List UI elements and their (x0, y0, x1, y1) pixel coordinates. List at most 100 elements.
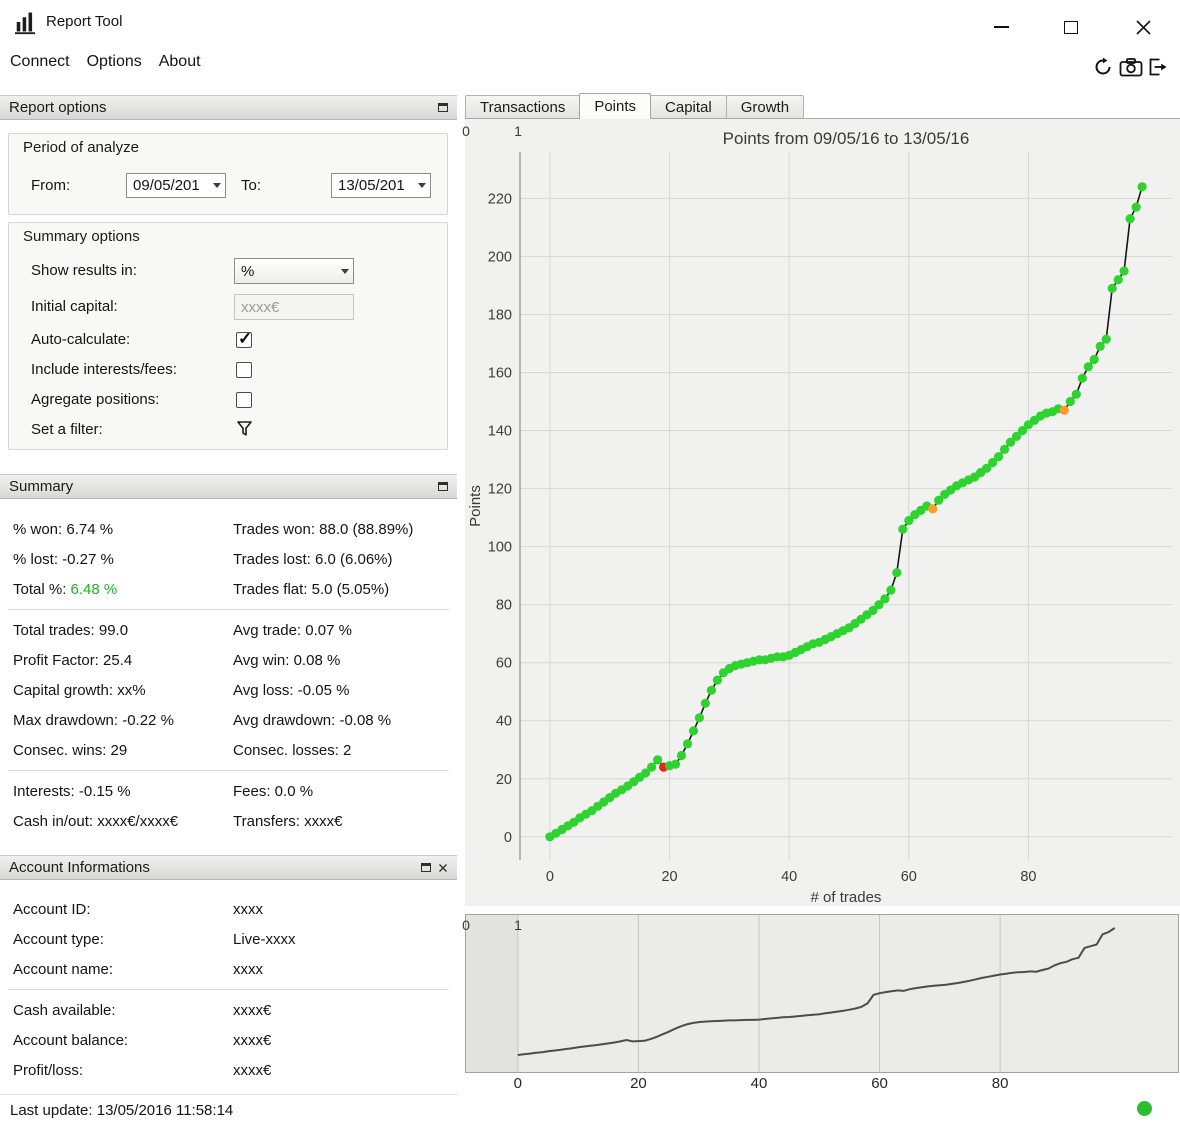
y-tick-label: 220 (488, 191, 512, 207)
y-tick-label: 80 (496, 598, 512, 614)
menu-connect[interactable]: Connect (10, 53, 70, 71)
summary-total-label: Total %: (13, 580, 71, 598)
stat-pct-lost: % lost: -0.27 % (13, 550, 114, 568)
summary-row: Total %: 6.48 % Trades flat: 5.0 (5.05%) (0, 574, 457, 604)
maximize-button[interactable] (1054, 14, 1088, 40)
profit-loss-value: xxxx€ (233, 1061, 272, 1079)
x-tick-label: 20 (661, 869, 677, 885)
float-panel-icon[interactable] (438, 482, 448, 491)
include-interests-checkbox[interactable] (236, 362, 252, 378)
summary-total-value: 6.48 % (70, 580, 118, 598)
tab-growth[interactable]: Growth (725, 95, 805, 118)
chart-title: Points from 09/05/16 to 13/05/16 (723, 129, 970, 148)
from-date-combo[interactable]: 09/05/201 (126, 173, 226, 198)
tab-capital[interactable]: Capital (650, 95, 727, 118)
data-point (1101, 334, 1111, 344)
set-filter-label: Set a filter: (31, 421, 103, 438)
account-id-label: Account ID: (13, 900, 91, 918)
summary-row: % lost: -0.27 % Trades lost: 6.0 (6.06%) (0, 544, 457, 574)
close-panel-icon[interactable] (438, 863, 448, 873)
stat-trades-flat: Trades flat: 5.0 (5.05%) (233, 580, 390, 598)
stat-avg-trade: Avg trade: 0.07 % (233, 621, 352, 639)
minimize-button[interactable] (984, 14, 1018, 40)
tab-bar: Transactions Points Capital Growth (465, 92, 805, 119)
account-row: Cash available: xxxx€ (0, 995, 457, 1025)
include-interests-label: Include interests/fees: (31, 361, 177, 378)
account-informations-header: Account Informations (0, 855, 457, 880)
summary-content: % won: 6.74 % Trades won: 88.0 (88.89%) … (0, 514, 457, 836)
summary-row: Consec. wins: 29 Consec. losses: 2 (0, 735, 457, 765)
show-results-dropdown[interactable]: % (234, 258, 354, 284)
data-point (1119, 266, 1129, 276)
filter-icon[interactable] (236, 420, 253, 437)
stat-interests: Interests: -0.15 % (13, 782, 131, 800)
data-point (1113, 275, 1123, 285)
tab-points[interactable]: Points (579, 93, 652, 119)
stat-consec-wins: Consec. wins: 29 (13, 741, 128, 759)
to-date-value: 13/05/201 (338, 177, 405, 194)
data-point (1137, 182, 1147, 192)
auto-calculate-checkbox[interactable] (236, 329, 252, 349)
last-update-text: Last update: 13/05/2016 11:58:14 (10, 1101, 234, 1119)
account-row: Account balance: xxxx€ (0, 1025, 457, 1055)
stat-total-pct: Total %: 6.48 % (13, 581, 233, 598)
menu-options[interactable]: Options (87, 53, 142, 71)
data-point (712, 675, 722, 685)
window-title: Report Tool (46, 13, 123, 30)
float-panel-icon[interactable] (438, 103, 448, 112)
summary-title: Summary (9, 478, 74, 495)
data-point (1089, 354, 1099, 365)
account-informations-title: Account Informations (9, 859, 150, 876)
data-point (706, 685, 716, 695)
navigator-corner-label: 1 (514, 917, 522, 933)
close-button[interactable] (1126, 14, 1160, 40)
data-point (1065, 396, 1075, 407)
nav-x-tick-label: 20 (630, 1075, 647, 1092)
x-tick-label: 80 (1020, 869, 1036, 885)
data-point (928, 504, 938, 514)
summary-row: Total trades: 99.0 Avg trade: 0.07 % (0, 615, 457, 645)
menu-about[interactable]: About (159, 53, 201, 71)
camera-icon[interactable] (1119, 58, 1143, 77)
export-icon[interactable] (1147, 57, 1167, 77)
stat-transfers: Transfers: xxxx€ (233, 812, 343, 830)
nav-x-tick-label: 80 (991, 1075, 1009, 1092)
initial-capital-label: Initial capital: (31, 298, 118, 315)
data-point (1107, 283, 1117, 293)
data-point (1095, 341, 1105, 351)
profit-loss-label: Profit/loss: (13, 1061, 84, 1079)
report-options-title: Report options (9, 99, 107, 116)
show-results-value: % (241, 262, 255, 280)
y-tick-label: 40 (496, 714, 512, 730)
data-point (647, 762, 657, 772)
float-panel-icon[interactable] (421, 863, 431, 872)
data-point (682, 739, 693, 749)
data-point (1125, 214, 1135, 224)
y-axis-label: Points (467, 485, 484, 527)
navigator-tick-labels: 0 20 40 60 80 (466, 1075, 1178, 1092)
account-name-label: Account name: (13, 960, 114, 978)
navigator-chart (466, 915, 1116, 1072)
y-tick-label: 100 (488, 540, 512, 556)
refresh-icon[interactable] (1093, 57, 1113, 77)
summary-header: Summary (0, 474, 457, 499)
account-type-value: Live-xxxx (233, 930, 296, 948)
stat-avg-win: Avg win: 0.08 % (233, 651, 341, 669)
to-date-combo[interactable]: 13/05/201 (331, 173, 431, 198)
nav-x-tick-label: 60 (871, 1075, 888, 1092)
x-axis-label: # of trades (811, 889, 882, 906)
y-tick-label: 0 (504, 830, 512, 846)
show-results-label: Show results in: (31, 262, 137, 279)
summary-options-group: Summary options Show results in: % Initi… (8, 222, 448, 450)
account-name-value: xxxx (233, 960, 263, 978)
nav-x-tick-label: 40 (750, 1075, 768, 1092)
initial-capital-input (234, 294, 354, 320)
from-date-value: 09/05/201 (133, 177, 200, 194)
tab-transactions[interactable]: Transactions (465, 95, 581, 118)
data-point (1077, 373, 1087, 383)
close-icon (1135, 19, 1151, 35)
divider (8, 770, 449, 771)
x-tick-label: 40 (781, 869, 797, 885)
aggregate-positions-checkbox[interactable] (236, 392, 252, 408)
chart-navigator[interactable] (465, 914, 1179, 1073)
